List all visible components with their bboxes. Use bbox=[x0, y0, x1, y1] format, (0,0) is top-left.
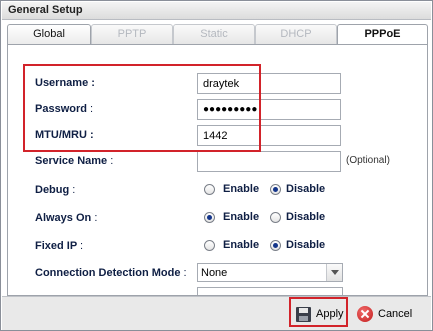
partial-input bbox=[197, 287, 343, 295]
fixed-ip-enable-radio[interactable] bbox=[204, 240, 215, 251]
detection-mode-label: Connection Detection Mode : bbox=[35, 267, 187, 279]
save-icon bbox=[296, 306, 311, 322]
password-input[interactable]: ●●●●●●●●● bbox=[197, 99, 341, 120]
debug-label: Debug : bbox=[35, 184, 76, 196]
password-row: Password : ●●●●●●●●● bbox=[8, 99, 427, 121]
password-label: Password : bbox=[35, 103, 94, 115]
username-input[interactable]: draytek bbox=[197, 73, 341, 94]
fixed-ip-disable-label[interactable]: Disable bbox=[286, 239, 325, 251]
detection-mode-select[interactable]: None bbox=[197, 263, 343, 282]
cancel-label: Cancel bbox=[378, 308, 413, 320]
footer-bar: Apply Cancel bbox=[2, 296, 431, 330]
mtu-label: MTU/MRU : bbox=[35, 129, 94, 141]
pppoe-settings-panel: Username : draytek Password : ●●●●●●●●● … bbox=[7, 44, 428, 296]
service-name-input[interactable] bbox=[197, 151, 341, 172]
debug-radio-group: Enable Disable bbox=[204, 183, 414, 199]
tab-global[interactable]: Global bbox=[7, 24, 91, 44]
optional-hint: (Optional) bbox=[346, 155, 390, 166]
debug-enable-radio[interactable] bbox=[204, 184, 215, 195]
tab-dhcp[interactable]: DHCP bbox=[255, 24, 337, 44]
always-on-disable-radio[interactable] bbox=[270, 212, 281, 223]
service-name-row: Service Name : (Optional) bbox=[8, 151, 427, 173]
username-label: Username : bbox=[35, 77, 95, 89]
service-name-label: Service Name : bbox=[35, 155, 114, 167]
always-on-enable-label[interactable]: Enable bbox=[223, 211, 259, 223]
tab-pptp[interactable]: PPTP bbox=[91, 24, 173, 44]
chevron-down-icon[interactable] bbox=[326, 264, 342, 281]
debug-enable-label[interactable]: Enable bbox=[223, 183, 259, 195]
detection-mode-value: None bbox=[201, 267, 228, 279]
cancel-icon bbox=[357, 306, 373, 322]
debug-disable-label[interactable]: Disable bbox=[286, 183, 325, 195]
tab-pppoe[interactable]: PPPoE bbox=[337, 24, 428, 45]
always-on-row: Always On : Enable Disable bbox=[8, 208, 427, 230]
username-row: Username : draytek bbox=[8, 73, 427, 95]
window-title: General Setup bbox=[2, 2, 431, 20]
always-on-radio-group: Enable Disable bbox=[204, 211, 414, 227]
always-on-disable-label[interactable]: Disable bbox=[286, 211, 325, 223]
always-on-enable-radio[interactable] bbox=[204, 212, 215, 223]
tab-bar: Global PPTP Static DHCP PPPoE bbox=[7, 24, 428, 45]
tab-static[interactable]: Static bbox=[173, 24, 255, 44]
general-setup-window: General Setup Global PPTP Static DHCP PP… bbox=[0, 0, 433, 331]
cancel-button[interactable]: Cancel bbox=[353, 303, 416, 325]
mtu-input[interactable]: 1442 bbox=[197, 125, 341, 146]
apply-button[interactable]: Apply bbox=[292, 303, 348, 325]
fixed-ip-disable-radio[interactable] bbox=[270, 240, 281, 251]
debug-disable-radio[interactable] bbox=[270, 184, 281, 195]
fixed-ip-enable-label[interactable]: Enable bbox=[223, 239, 259, 251]
fixed-ip-row: Fixed IP : Enable Disable bbox=[8, 236, 427, 258]
always-on-label: Always On : bbox=[35, 212, 98, 224]
fixed-ip-radio-group: Enable Disable bbox=[204, 239, 414, 255]
detection-mode-row: Connection Detection Mode : None bbox=[8, 263, 427, 285]
debug-row: Debug : Enable Disable bbox=[8, 180, 427, 202]
fixed-ip-label: Fixed IP : bbox=[35, 240, 84, 252]
apply-label: Apply bbox=[316, 308, 344, 320]
mtu-row: MTU/MRU : 1442 bbox=[8, 125, 427, 147]
